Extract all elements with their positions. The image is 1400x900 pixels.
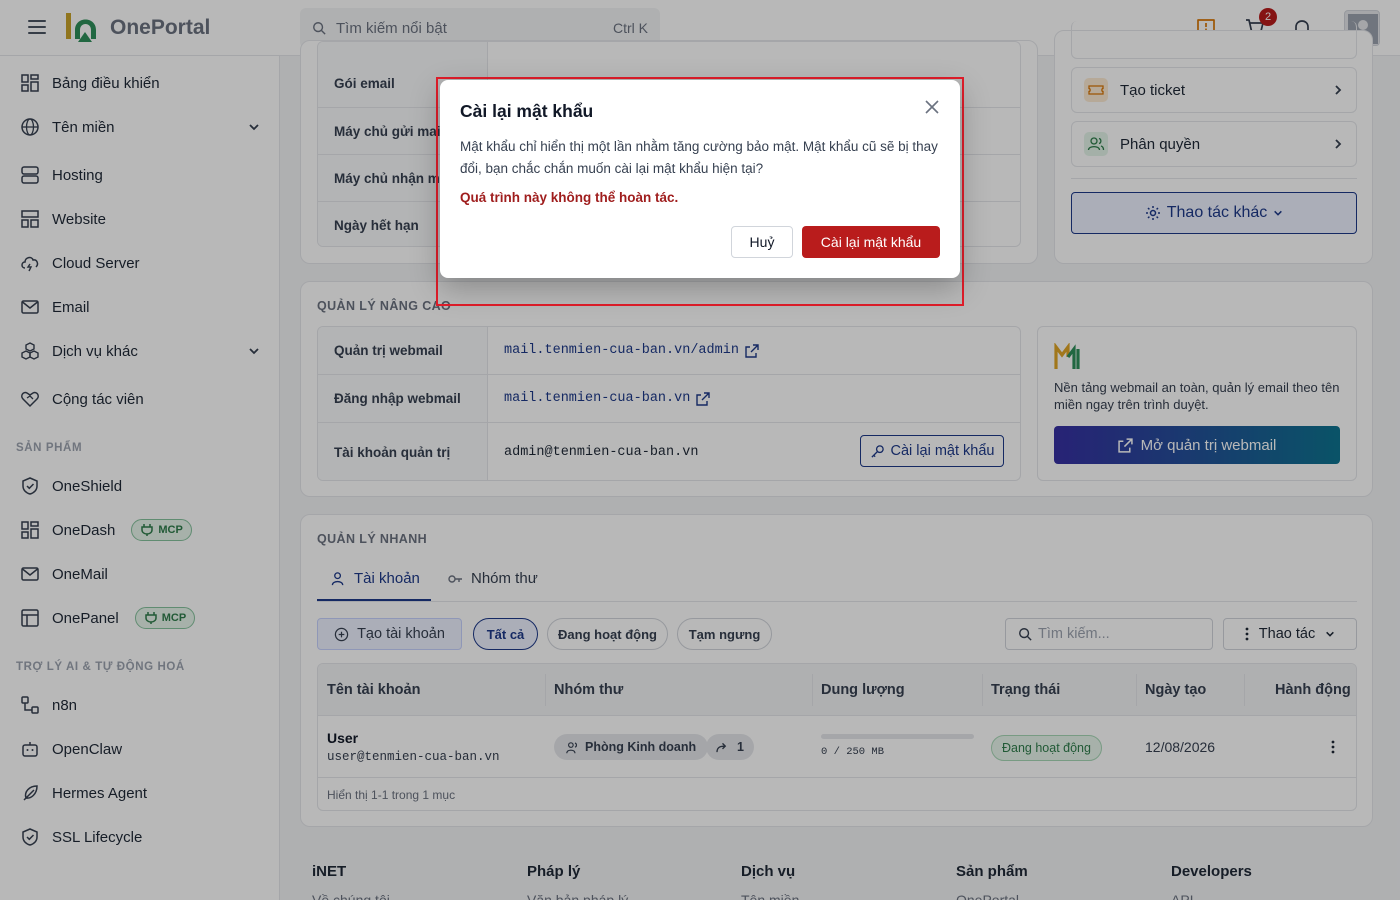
- dialog-warning: Quá trình này không thể hoàn tác.: [460, 190, 679, 205]
- reset-password-dialog: Cài lại mật khẩu Mật khẩu chỉ hiển thị m…: [440, 80, 960, 278]
- confirm-reset-button[interactable]: Cài lại mật khẩu: [802, 226, 940, 258]
- cancel-button[interactable]: Huỷ: [731, 226, 793, 258]
- close-icon[interactable]: [924, 99, 940, 115]
- dialog-message: Mật khẩu chỉ hiển thị một lần nhằm tăng …: [460, 139, 938, 176]
- dialog-title: Cài lại mật khẩu: [460, 101, 594, 121]
